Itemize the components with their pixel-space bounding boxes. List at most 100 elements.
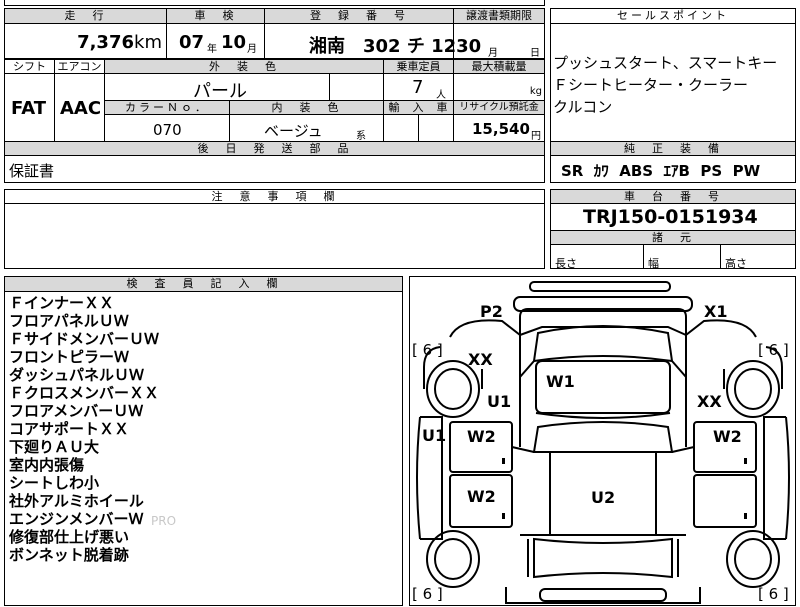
selling-point-3: クルコン (553, 98, 613, 116)
transfer-day-unit: 日 (530, 48, 540, 59)
length-cell: 長さ (550, 244, 644, 270)
inspection-header: 車 検 (166, 8, 265, 24)
inspection-month: 10 (221, 32, 247, 53)
mark-x1: X1 (704, 302, 727, 321)
inspector-note-item: ＦサイドメンバーＵＷ (9, 330, 160, 348)
transfer-cell: 月 日 (453, 23, 545, 59)
inspection-cell: 07 年 10 月 (166, 23, 265, 59)
recycle-cell: 15,540 円 (453, 114, 545, 142)
exterior-color-header: 外 装 色 (104, 59, 384, 74)
caution-header: 注 意 事 項 欄 (4, 189, 545, 204)
inspector-note-item: シートしわ小 (9, 474, 100, 492)
inspector-note-item: コアサポートＸＸ (9, 420, 130, 438)
interior-color-cell: ベージュ 系 (229, 114, 384, 142)
plate-header: 登 録 番 号 (264, 8, 454, 24)
inspector-note-item: ボンネット脱着跡 (9, 546, 129, 564)
ac-value: AAC (60, 98, 102, 119)
transfer-header: 譲渡書類期限 (453, 8, 545, 24)
max-load-header: 最大積載量 (453, 59, 545, 74)
import-header: 輸 入 車 (383, 100, 454, 115)
tread-front-left: [ 6 ] (412, 341, 443, 359)
selling-points-header: セールスポイント (550, 8, 796, 24)
inspector-note-item: 室内内張傷 (9, 456, 85, 474)
mark-p2: P2 (480, 302, 503, 321)
recycle-header: リサイクル預託金 (453, 100, 545, 115)
interior-color-suffix: 系 (356, 131, 366, 142)
recycle-unit: 円 (531, 131, 541, 142)
import-cell-2 (418, 114, 454, 142)
inspector-note-item: フロアメンバーＵＷ (9, 402, 144, 420)
plate-cell: 湘南 302 チ 1230 (264, 23, 481, 59)
inspection-month-unit: 月 (247, 44, 257, 55)
inspector-note-item: 修復部仕上げ悪い (9, 528, 130, 546)
mark-xx-left: XX (468, 350, 493, 369)
car-outline-svg: P2 X1 XX XX W1 U1 U1 W2 W2 W2 U2 [ 6 ] [… (412, 281, 790, 604)
inspector-header: 検 査 員 記 入 欄 (4, 276, 403, 292)
exterior-color-cell: パール (104, 73, 330, 102)
caution-cell (4, 203, 545, 269)
color-no-value: 070 (153, 121, 182, 139)
chassis-cell: TRJ150-0151934 (550, 203, 796, 231)
mark-u2: U2 (591, 488, 615, 507)
capacity-unit: 人 (436, 90, 446, 101)
inspector-note-item: フロントピラーＷ (9, 348, 130, 366)
capacity-header: 乗車定員 (383, 59, 454, 74)
color-no-header: カラーＮｏ． (104, 100, 230, 115)
inspection-year-unit: 年 (207, 44, 217, 55)
mark-u1-center: U1 (487, 392, 511, 411)
mileage-header: 走 行 (4, 8, 167, 24)
watermark: PRO (151, 514, 177, 528)
mileage-value: 7,376 (77, 32, 134, 53)
equipment-value: SR ｶﾜ ABS ｴｱB PS PW (561, 162, 761, 180)
inspector-notes-box: ＦインナーＸＸ フロアパネルＵＷ ＦサイドメンバーＵＷ フロントピラーＷ ダッシュパネル… (4, 291, 403, 606)
color-no-cell: 070 (104, 114, 230, 142)
mileage-unit: km (134, 32, 162, 53)
chassis-header: 車 台 番 号 (550, 189, 796, 204)
exterior-color-cell-2 (329, 73, 384, 101)
damage-diagram: P2 X1 XX XX W1 U1 U1 W2 W2 W2 U2 [ 6 ] [… (409, 276, 796, 606)
height-cell: 高さ (720, 244, 796, 270)
import-cell (383, 114, 419, 142)
tread-rear-left: [ 6 ] (412, 585, 443, 603)
max-load-cell: kg (453, 73, 545, 101)
mark-xx-right: XX (697, 392, 722, 411)
interior-color-header: 内 装 色 (229, 100, 384, 115)
later-parts-cell: 保証書 (4, 155, 545, 183)
mark-w2-left-bottom: W2 (467, 487, 496, 506)
equipment-cell: SR ｶﾜ ABS ｴｱB PS PW (550, 155, 796, 183)
shift-value: FAT (11, 98, 47, 119)
inspector-note-item: ＦクロスメンバーＸＸ (9, 384, 160, 402)
inspector-note-item: 下廻りＡＵ大 (9, 438, 100, 456)
mark-u1-left: U1 (422, 426, 446, 445)
transfer-month-unit: 月 (488, 48, 498, 59)
width-label: 幅 (648, 257, 659, 270)
selling-point-2: Ｆシートヒーター・クーラー (553, 76, 749, 94)
tread-rear-right: [ 6 ] (758, 585, 789, 603)
dims-header: 諸 元 (550, 230, 796, 245)
capacity-cell: 7 人 (383, 73, 454, 101)
inspector-notes-list: ＦインナーＸＸ フロアパネルＵＷ ＦサイドメンバーＵＷ フロントピラーＷ ダッシュパネル… (9, 294, 159, 564)
ac-cell: AAC (54, 73, 105, 142)
selling-points-box: プッシュスタート、スマートキー Ｆシートヒーター・クーラー クルコン (550, 23, 796, 151)
height-label: 高さ (725, 257, 747, 270)
inspector-note-item: 社外アルミホイール (9, 492, 144, 510)
interior-color-value: ベージュ (264, 122, 323, 140)
inspector-note-item: ＦインナーＸＸ (9, 294, 115, 312)
mileage-cell: 7,376 km (4, 23, 167, 59)
length-label: 長さ (555, 257, 577, 270)
top-border-strip (4, 0, 545, 6)
inspection-year: 07 (179, 32, 205, 53)
shift-cell: FAT (4, 73, 55, 142)
capacity-value: 7 (412, 77, 424, 98)
tread-front-right: [ 6 ] (758, 341, 789, 359)
inspector-note-item: フロアパネルＵＷ (9, 312, 129, 330)
later-parts-header: 後 日 発 送 部 品 (4, 141, 545, 156)
inspector-note-item: エンジンメンバーＷ (9, 510, 144, 528)
mark-w2-left-top: W2 (467, 427, 496, 446)
max-load-unit: kg (529, 86, 542, 97)
mark-w1: W1 (546, 372, 575, 391)
chassis-value: TRJ150-0151934 (583, 206, 758, 228)
equipment-header: 純 正 装 備 (550, 141, 796, 156)
ac-header: エアコン (54, 59, 105, 74)
mark-w2-right: W2 (713, 427, 742, 446)
